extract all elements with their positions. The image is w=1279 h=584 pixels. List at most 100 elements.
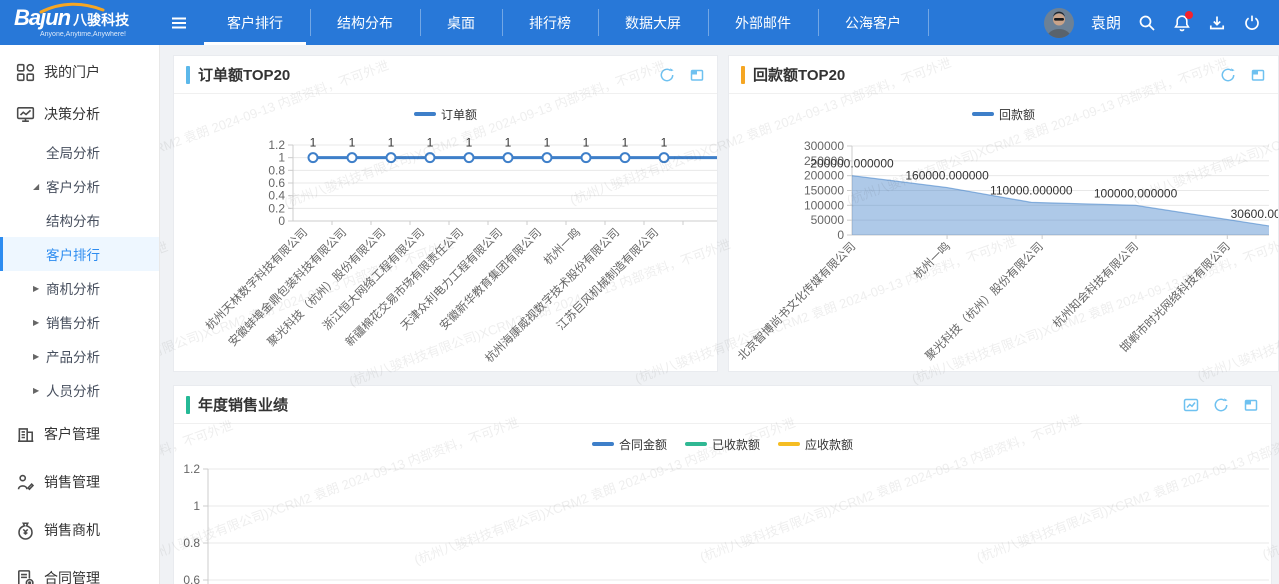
- panel-order-top20: 订单额TOP20 订单额 00.20.40.60.811.21杭州天林数字科技有…: [173, 55, 718, 372]
- navbar-right: 袁朗: [1044, 0, 1279, 45]
- legend-label: 应收款额: [805, 436, 853, 453]
- sidebar-item-label: 决策分析: [44, 104, 100, 124]
- fullscreen-icon[interactable]: [1243, 397, 1259, 413]
- svg-text:1: 1: [349, 136, 356, 150]
- sidebar-item-label: 结构分布: [46, 210, 100, 230]
- legend-item[interactable]: 订单额: [414, 106, 477, 123]
- svg-text:1: 1: [661, 136, 668, 150]
- nav-tab-5[interactable]: 数据大屏: [598, 0, 708, 45]
- svg-text:杭州海康威视数字技术股份有限公司: 杭州海康威视数字技术股份有限公司: [482, 225, 622, 365]
- svg-text:1: 1: [278, 151, 285, 165]
- panel-title: 年度销售业绩: [198, 394, 288, 415]
- sidebar-item-label: 人员分析: [46, 380, 100, 400]
- menu-toggle-icon[interactable]: [158, 0, 200, 45]
- main-content: 订单额TOP20 订单额 00.20.40.60.811.21杭州天林数字科技有…: [160, 45, 1279, 584]
- panel-header: 年度销售业绩: [174, 386, 1271, 424]
- sidebar-item[interactable]: ▶ 产品分析: [0, 339, 159, 373]
- legend-swatch: [778, 442, 800, 446]
- svg-text:1: 1: [466, 136, 473, 150]
- svg-text:杭州知会科技有限公司: 杭州知会科技有限公司: [1050, 239, 1141, 330]
- panel-accent-bar: [186, 66, 190, 84]
- sidebar-item[interactable]: 客户管理: [0, 413, 159, 455]
- legend-swatch: [414, 112, 436, 116]
- refresh-icon[interactable]: [1213, 397, 1229, 413]
- legend-item[interactable]: 应收款额: [778, 436, 853, 453]
- svg-text:1: 1: [505, 136, 512, 150]
- fullscreen-icon[interactable]: [1250, 67, 1266, 83]
- legend-label: 订单额: [441, 106, 477, 123]
- svg-text:1: 1: [427, 136, 434, 150]
- caret-expanded-icon: ◢: [33, 182, 39, 191]
- svg-text:200000: 200000: [804, 169, 844, 183]
- caret-collapsed-icon: ▶: [33, 352, 39, 361]
- nav-tab-7[interactable]: 公海客户: [818, 0, 928, 45]
- sidebar-item[interactable]: 合同管理: [0, 557, 159, 584]
- money-bag-icon: [16, 521, 35, 540]
- sidebar-item[interactable]: ▶人员分析: [0, 373, 159, 407]
- svg-text:1: 1: [310, 136, 317, 150]
- chart-legend: 订单额: [174, 104, 717, 124]
- svg-text:100000.000000: 100000.000000: [1094, 186, 1178, 200]
- sidebar-item[interactable]: 决策分析: [0, 93, 159, 135]
- panel-actions: [1183, 397, 1259, 413]
- notification-bell-icon[interactable]: [1173, 14, 1191, 32]
- fullscreen-icon[interactable]: [689, 67, 705, 83]
- nav-tab-4[interactable]: 排行榜: [502, 0, 598, 45]
- sidebar-item-label: 客户排行: [46, 244, 100, 264]
- legend-swatch: [592, 442, 614, 446]
- legend-item[interactable]: 合同金额: [592, 436, 667, 453]
- nav-tab-1[interactable]: 客户排行: [200, 0, 310, 45]
- user-avatar[interactable]: [1044, 8, 1074, 38]
- svg-text:50000: 50000: [811, 213, 845, 227]
- legend-swatch: [972, 112, 994, 116]
- nav-tab-3[interactable]: 桌面: [420, 0, 502, 45]
- legend-item[interactable]: 已收款额: [685, 436, 760, 453]
- refresh-icon[interactable]: [1220, 67, 1236, 83]
- svg-text:150000: 150000: [804, 184, 844, 198]
- refresh-icon[interactable]: [659, 67, 675, 83]
- sidebar-item[interactable]: 客户排行: [0, 237, 159, 271]
- legend-label: 合同金额: [619, 436, 667, 453]
- sidebar-item-label: 全局分析: [46, 142, 100, 162]
- logout-power-icon[interactable]: [1243, 14, 1261, 32]
- sidebar-item[interactable]: 结构分布: [0, 203, 159, 237]
- sales-icon: [16, 473, 35, 492]
- search-icon[interactable]: [1138, 14, 1156, 32]
- sidebar-item-label: 产品分析: [46, 346, 100, 366]
- username[interactable]: 袁朗: [1091, 12, 1121, 33]
- svg-text:邯郸市时光网络科技有限公司: 邯郸市时光网络科技有限公司: [1117, 239, 1233, 355]
- notification-dot: [1185, 11, 1193, 19]
- svg-text:200000.000000: 200000.000000: [810, 157, 894, 171]
- sidebar-item[interactable]: ◢客户分析: [0, 169, 159, 203]
- logo-tagline: Anyone,Anytime,Anywhere!: [40, 31, 158, 38]
- sidebar-item[interactable]: 全局分析: [0, 135, 159, 169]
- sidebar-item-label: 销售分析: [46, 312, 100, 332]
- svg-text:杭州一鸣: 杭州一鸣: [541, 225, 583, 267]
- sidebar-item[interactable]: 我的门户: [0, 51, 159, 93]
- panel-accent-bar: [741, 66, 745, 84]
- panel-actions: [1220, 67, 1266, 83]
- legend-item[interactable]: 回款额: [972, 106, 1035, 123]
- logo-brand: Bajun: [14, 8, 70, 28]
- panel-title: 订单额TOP20: [198, 64, 290, 85]
- contract-icon: [16, 569, 35, 584]
- nav-tab-2[interactable]: 结构分布: [310, 0, 420, 45]
- svg-text:1.2: 1.2: [268, 138, 285, 152]
- legend-label: 已收款额: [712, 436, 760, 453]
- svg-text:1.2: 1.2: [183, 462, 200, 476]
- download-icon[interactable]: [1208, 14, 1226, 32]
- top-navbar: Bajun 八骏科技 Anyone,Anytime,Anywhere! 客户排行…: [0, 0, 1279, 45]
- nav-tab-6[interactable]: 外部邮件: [708, 0, 818, 45]
- monitor-chart-icon: [16, 105, 35, 124]
- annual-sales-chart: 1.210.80.6: [174, 458, 1271, 584]
- chart-switch-icon[interactable]: [1183, 397, 1199, 413]
- app-logo[interactable]: Bajun 八骏科技 Anyone,Anytime,Anywhere!: [0, 0, 158, 45]
- panel-payment-top20: 回款额TOP20 回款额 050000100000150000200000250…: [728, 55, 1279, 372]
- sidebar-item-label: 我的门户: [44, 62, 100, 82]
- sidebar-item[interactable]: 销售管理: [0, 461, 159, 503]
- sidebar-item[interactable]: 销售商机: [0, 509, 159, 551]
- sidebar-item-label: 合同管理: [44, 568, 100, 584]
- sidebar-item[interactable]: ▶商机分析: [0, 271, 159, 305]
- sidebar-item-label: 销售管理: [44, 472, 100, 492]
- sidebar-item[interactable]: ▶销售分析: [0, 305, 159, 339]
